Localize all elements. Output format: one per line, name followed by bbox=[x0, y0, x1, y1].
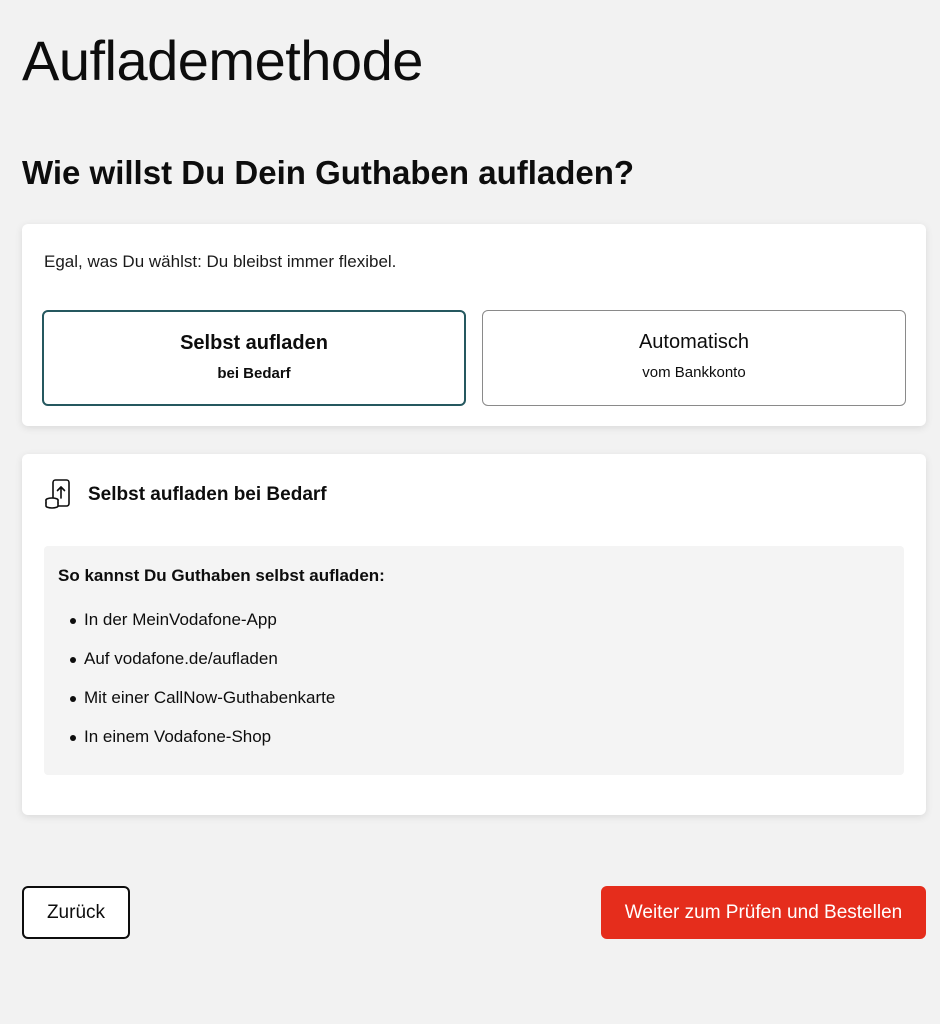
option-subtitle: vom Bankkonto bbox=[642, 364, 746, 381]
option-subtitle: bei Bedarf bbox=[217, 365, 291, 382]
topup-method-card: Egal, was Du wählst: Du bleibst immer fl… bbox=[22, 224, 926, 426]
info-title: Selbst aufladen bei Bedarf bbox=[88, 484, 327, 505]
info-header: Selbst aufladen bei Bedarf bbox=[44, 478, 327, 512]
continue-button[interactable]: Weiter zum Prüfen und Bestellen bbox=[601, 886, 926, 939]
list-item: In einem Vodafone-Shop bbox=[70, 727, 335, 766]
option-automatic[interactable]: Automatisch vom Bankkonto bbox=[482, 310, 906, 406]
intro-text: Egal, was Du wählst: Du bleibst immer fl… bbox=[44, 252, 397, 271]
phone-topup-coins-icon bbox=[45, 479, 70, 509]
ways-title: So kannst Du Guthaben selbst aufladen: bbox=[58, 566, 385, 585]
back-button[interactable]: Zurück bbox=[22, 886, 130, 939]
section-question: Wie willst Du Dein Guthaben aufladen? bbox=[22, 154, 635, 191]
option-title: Selbst aufladen bbox=[180, 332, 328, 354]
list-item: Auf vodafone.de/aufladen bbox=[70, 649, 335, 688]
page-title: Auflademethode bbox=[22, 29, 423, 92]
list-item: Mit einer CallNow-Guthabenkarte bbox=[70, 688, 335, 727]
topup-info-card: Selbst aufladen bei Bedarf So kannst Du … bbox=[22, 454, 926, 815]
topup-ways-box: So kannst Du Guthaben selbst aufladen: I… bbox=[44, 546, 904, 775]
list-item: In der MeinVodafone-App bbox=[70, 610, 335, 649]
ways-list: In der MeinVodafone-App Auf vodafone.de/… bbox=[70, 610, 335, 766]
option-title: Automatisch bbox=[638, 331, 750, 353]
option-self-topup[interactable]: Selbst aufladen bei Bedarf bbox=[42, 310, 466, 406]
